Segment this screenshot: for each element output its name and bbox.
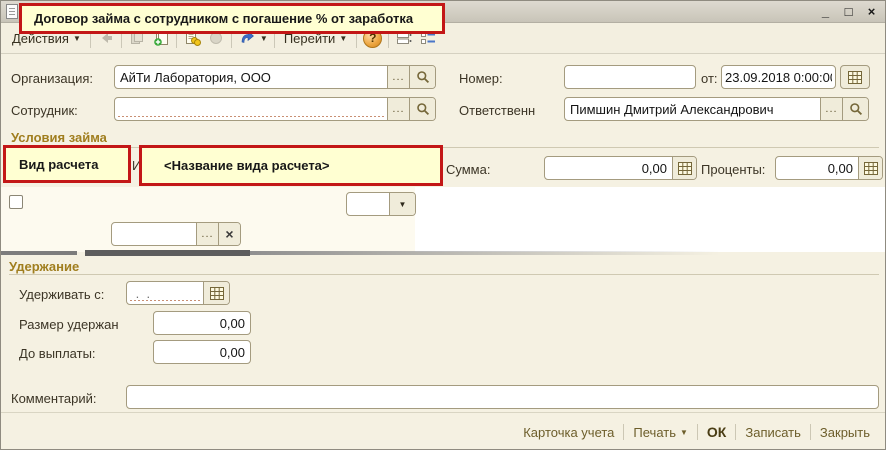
responsible-open-button[interactable] [842,98,868,120]
percent-field [775,156,883,180]
employee-input[interactable] [115,98,387,120]
withhold-from-field [126,281,230,305]
percent-account-field: ... × [111,222,241,246]
calendar-icon [848,71,862,84]
close-form-button[interactable]: Закрыть [811,425,879,440]
calc-type-button-highlight[interactable]: Вид расчета [3,145,131,183]
organization-input[interactable] [115,66,387,88]
number-input[interactable] [565,66,695,88]
panel-shadow [1,251,77,255]
date-field [721,65,836,89]
date-calendar-button[interactable] [840,65,870,89]
withhold-from-calendar-button[interactable] [203,282,229,304]
responsible-input[interactable] [565,98,820,120]
white-area [415,187,886,252]
amount-label: Сумма: [446,162,490,177]
amount-input[interactable] [545,157,672,179]
window-controls: _ □ × [817,3,880,20]
responsible-select-button[interactable]: ... [820,98,842,120]
rate-dropdown: ▼ [346,192,416,216]
before-payment-input[interactable] [154,341,250,363]
responsible-label: Ответственн [459,103,535,118]
calc-type-button-label: Вид расчета [19,157,99,172]
number-field [564,65,696,89]
magnifier-icon [849,102,863,116]
responsible-field: ... [564,97,869,121]
organization-label: Организация: [11,71,93,86]
chevron-down-icon: ▼ [680,428,688,437]
calc-type-name-highlight[interactable]: <Название вида расчета> [139,145,443,186]
footer-divider [1,412,886,413]
loan-section-title: Условия займа [11,130,107,145]
comment-input[interactable] [127,386,878,408]
print-button[interactable]: Печать ▼ [624,425,697,440]
close-button[interactable]: × [863,3,880,20]
organization-field: ... [114,65,436,89]
comment-field [126,385,879,409]
magnifier-icon [416,102,430,116]
print-button-label: Печать [633,425,676,440]
calendar-icon [210,287,224,300]
date-input[interactable] [722,66,835,88]
calc-type-placeholder: <Название вида расчета> [164,158,330,173]
save-button[interactable]: Записать [736,425,810,440]
percent-input[interactable] [776,157,858,179]
loan-agreement-window: _ □ × Договор займа с сотрудником с пога… [0,0,886,450]
percent-account-select-button[interactable]: ... [196,223,218,245]
comment-label: Комментарий: [11,391,97,406]
withhold-from-label: Удерживать с: [19,287,104,302]
calculator-icon [678,162,692,175]
employee-label: Сотрудник: [11,103,78,118]
amount-calc-button[interactable] [672,157,696,179]
calculator-icon [864,162,878,175]
material-benefit-checkbox[interactable] [9,195,23,209]
ok-button[interactable]: ОК [698,424,735,440]
percent-account-input[interactable] [112,223,196,245]
withhold-size-field [153,311,251,335]
percent-label: Проценты: [701,162,765,177]
panel-shadow [250,251,720,255]
account-card-button[interactable]: Карточка учета [514,425,623,440]
employee-open-button[interactable] [409,98,435,120]
employee-field: ... [114,97,436,121]
before-payment-field [153,340,251,364]
percent-calc-button[interactable] [858,157,882,179]
organization-select-button[interactable]: ... [387,66,409,88]
rate-dropdown-button[interactable]: ▼ [389,193,415,215]
organization-open-button[interactable] [409,66,435,88]
number-label: Номер: [459,71,503,86]
chevron-down-icon: ▼ [339,34,347,43]
magnifier-icon [416,70,430,84]
before-payment-label: До выплаты: [19,346,96,361]
withhold-size-input[interactable] [154,312,250,334]
footer-button-bar: Карточка учета Печать ▼ ОК Записать Закр… [514,417,879,447]
withhold-section-rule [9,274,879,275]
maximize-button[interactable]: □ [840,3,857,20]
percent-account-clear-button[interactable]: × [218,223,240,245]
amount-field [544,156,697,180]
employee-select-button[interactable]: ... [387,98,409,120]
panel-shadow [85,250,250,256]
withhold-size-label: Размер удержан [19,317,119,332]
window-title: Договор займа с сотрудником с погашение … [34,11,413,26]
chevron-down-icon: ▼ [73,34,81,43]
document-icon [6,4,18,19]
withhold-section-title: Удержание [9,259,79,274]
window-title-highlight: Договор займа с сотрудником с погашение … [19,3,445,34]
chevron-down-icon: ▼ [260,34,268,43]
date-label: от: [701,71,718,86]
minimize-button[interactable]: _ [817,3,834,20]
rate-input[interactable] [347,193,389,215]
withhold-from-input[interactable] [127,282,203,304]
